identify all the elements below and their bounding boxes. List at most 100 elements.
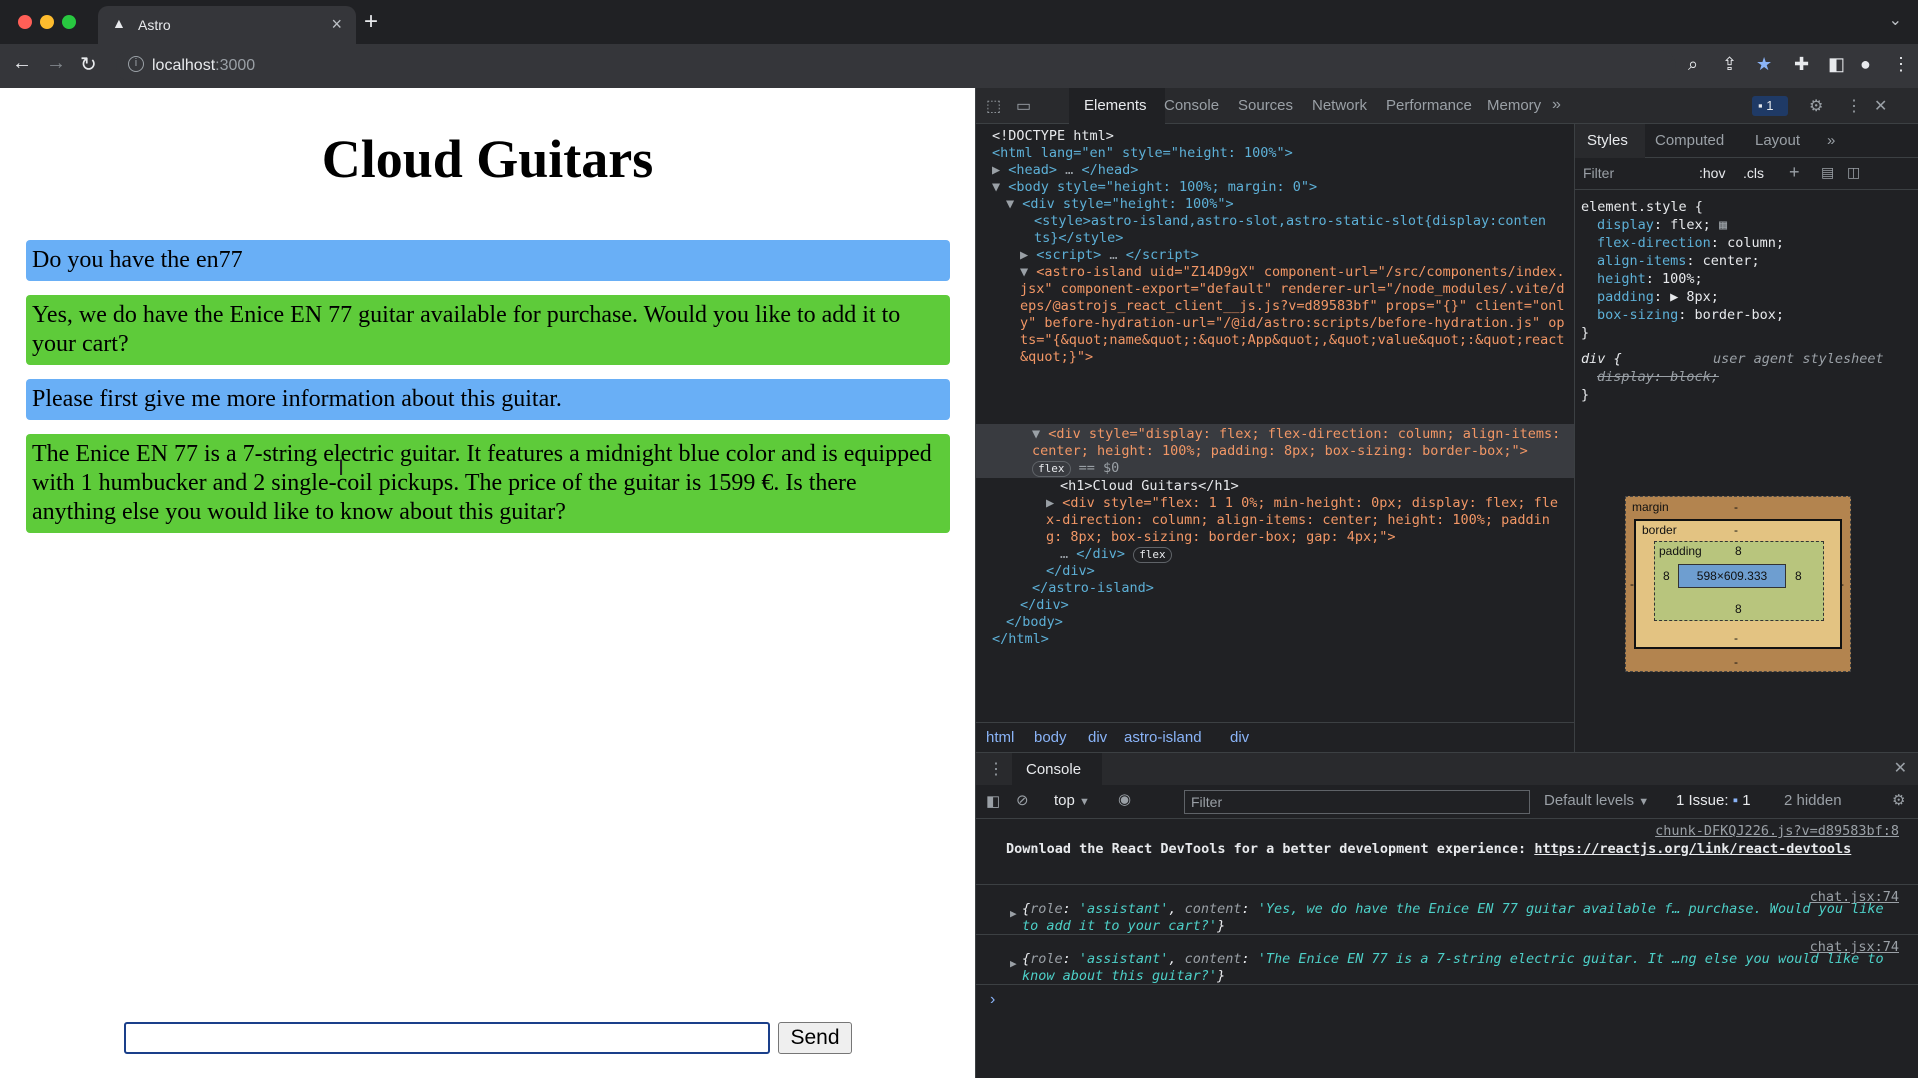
tab-computed[interactable]: Computed [1655, 132, 1724, 149]
console-filter-input[interactable]: Filter [1184, 790, 1530, 814]
console-object[interactable]: {role: 'assistant', content: 'Yes, we do… [1022, 901, 1902, 935]
bookmark-star-icon[interactable]: ★ [1756, 54, 1772, 75]
close-drawer-icon[interactable]: ✕ [1894, 758, 1907, 778]
new-tab-icon[interactable]: + [364, 8, 378, 36]
dom-node[interactable]: … </div> flex [1060, 546, 1172, 563]
dom-node[interactable]: ▼ <div style="height: 100%"> [1006, 196, 1234, 213]
sidebar-toggle-icon[interactable]: ◫ [1847, 164, 1860, 181]
close-window-button[interactable] [18, 15, 32, 29]
chat-messages: Do you have the en77 Yes, we do have the… [26, 240, 950, 547]
tab-sources[interactable]: Sources [1238, 97, 1293, 114]
dom-node[interactable]: </astro-island> [1032, 580, 1154, 597]
css-rule[interactable]: align-items: center; [1597, 252, 1760, 270]
console-sidebar-icon[interactable]: ◧ [986, 792, 1000, 810]
minimize-window-button[interactable] [40, 15, 54, 29]
inspect-element-icon[interactable]: ⬚ [986, 96, 1001, 116]
drawer-menu-icon[interactable]: ⋮ [988, 759, 1004, 779]
css-rule[interactable]: box-sizing: border-box; [1597, 306, 1784, 324]
dom-tree: <!DOCTYPE html> <html lang="en" style="h… [976, 124, 1574, 724]
console-object[interactable]: {role: 'assistant', content: 'The Enice … [1022, 951, 1902, 985]
console-drawer-header: ⋮ Console ✕ [976, 753, 1918, 785]
back-arrow-icon[interactable]: ← [12, 52, 32, 75]
device-toolbar-icon[interactable]: ▭ [1016, 96, 1031, 116]
breadcrumb-body[interactable]: body [1034, 729, 1067, 746]
breadcrumb-div[interactable]: div [1230, 729, 1249, 746]
tab-close-icon[interactable]: × [331, 14, 342, 35]
extensions-icon[interactable]: ✚ [1794, 54, 1809, 75]
more-tabs-chevron-icon[interactable]: » [1827, 132, 1835, 149]
devtools-tabbar: ⬚ ▭ Elements Console Sources Network Per… [976, 88, 1918, 124]
console-prompt-icon[interactable]: › [990, 991, 995, 1009]
side-panel-icon[interactable]: ◧ [1828, 54, 1845, 75]
dom-node[interactable]: <!DOCTYPE html> [992, 128, 1114, 145]
flex-editor-icon: ▦ [1718, 217, 1728, 233]
expand-arrow-icon[interactable]: ▶ [1010, 955, 1017, 972]
tab-elements[interactable]: Elements [1084, 97, 1147, 114]
paint-icon[interactable]: ▤ [1821, 164, 1834, 181]
live-expression-eye-icon[interactable]: ◉ [1118, 790, 1131, 808]
console-message: chat.jsx:74 ▶ {role: 'assistant', conten… [976, 935, 1918, 985]
issues-count[interactable]: 1 Issue: ▪ 1 [1676, 792, 1751, 809]
browser-menu-icon[interactable]: ⋮ [1892, 54, 1910, 75]
tab-performance[interactable]: Performance [1386, 97, 1472, 114]
browser-tab[interactable]: ▲ Astro × [98, 6, 356, 44]
share-icon[interactable]: ⇪ [1722, 54, 1737, 75]
dom-node-selected[interactable]: ▼ <div style="display: flex; flex-direct… [1032, 426, 1570, 477]
breadcrumb-astro-island[interactable]: astro-island [1124, 729, 1202, 746]
dom-node[interactable]: ▶ <head> … </head> [992, 162, 1138, 179]
expand-arrow-icon[interactable]: ▶ [1010, 905, 1017, 922]
breadcrumb-html[interactable]: html [986, 729, 1014, 746]
hover-state-toggle[interactable]: :hov [1699, 165, 1725, 181]
dom-node[interactable]: </body> [1006, 614, 1063, 631]
tab-console[interactable]: Console [1164, 97, 1219, 114]
message-source-link[interactable]: chunk-DFKQJ226.js?v=d89583bf:8 [1655, 823, 1899, 840]
dom-node[interactable]: ▼ <astro-island uid="Z14D9gX" component-… [1020, 264, 1565, 416]
profile-icon[interactable]: ● [1860, 54, 1871, 75]
dom-node[interactable]: </html> [992, 631, 1049, 648]
forward-arrow-icon[interactable]: → [46, 52, 66, 75]
dom-node[interactable]: ▶ <div style="flex: 1 1 0%; min-height: … [1046, 495, 1566, 547]
add-rule-icon[interactable]: + [1789, 162, 1800, 183]
dom-node[interactable]: <html lang="en" style="height: 100%"> [992, 145, 1293, 162]
css-rule[interactable]: flex-direction: column; [1597, 234, 1784, 252]
console-drawer-tab[interactable]: Console [1012, 753, 1102, 785]
settings-gear-icon[interactable]: ⚙ [1809, 96, 1823, 116]
class-toggle[interactable]: .cls [1743, 165, 1764, 181]
tab-styles[interactable]: Styles [1587, 132, 1628, 149]
context-selector[interactable]: top ▼ [1054, 792, 1090, 809]
issues-badge[interactable]: ▪ 1 [1752, 96, 1788, 116]
chat-input[interactable] [124, 1022, 770, 1054]
devtools-menu-icon[interactable]: ⋮ [1846, 96, 1862, 116]
more-tabs-chevron-icon[interactable]: » [1552, 96, 1561, 114]
maximize-window-button[interactable] [62, 15, 76, 29]
dom-node[interactable]: </div> [1046, 563, 1095, 580]
breadcrumb: html body div astro-island div [976, 722, 1574, 752]
css-rule[interactable]: height: 100%; [1597, 270, 1703, 288]
styles-filter-input[interactable]: Filter [1583, 165, 1614, 181]
site-info-icon[interactable]: i [128, 56, 144, 72]
console-settings-gear-icon[interactable]: ⚙ [1892, 791, 1905, 809]
css-rule[interactable]: display: flex; ▦ [1597, 216, 1727, 234]
reload-icon[interactable]: ↻ [80, 52, 97, 77]
user-message: Please first give me more information ab… [26, 379, 950, 420]
dom-node[interactable]: ▼ <body style="height: 100%; margin: 0"> [992, 179, 1317, 196]
dom-node[interactable]: <style>astro-island,astro-slot,astro-sta… [1034, 213, 1554, 247]
tab-network[interactable]: Network [1312, 97, 1367, 114]
breadcrumb-div[interactable]: div [1088, 729, 1107, 746]
tab-search-chevron-icon[interactable]: ⌄ [1889, 10, 1902, 30]
address-bar[interactable]: i localhost:3000 [116, 50, 1676, 82]
css-rule[interactable]: padding: ▶ 8px; [1597, 288, 1719, 306]
clear-console-icon[interactable]: ⊘ [1016, 791, 1029, 809]
react-devtools-link[interactable]: https://reactjs.org/link/react-devtools [1534, 841, 1851, 857]
tab-memory[interactable]: Memory [1487, 97, 1541, 114]
dom-node[interactable]: ▶ <script> … </script> [1020, 247, 1199, 264]
send-button[interactable]: Send [778, 1022, 852, 1054]
page-viewport: Cloud Guitars Do you have the en77 Yes, … [0, 88, 975, 1078]
log-levels-dropdown[interactable]: Default levels ▼ [1544, 792, 1649, 809]
close-devtools-icon[interactable]: ✕ [1874, 96, 1887, 116]
dom-node[interactable]: <h1>Cloud Guitars</h1> [1060, 478, 1239, 495]
box-model-content: 598×609.333 [1678, 564, 1786, 588]
zoom-icon[interactable]: ⌕ [1688, 54, 1698, 75]
tab-layout[interactable]: Layout [1755, 132, 1800, 149]
dom-node[interactable]: </div> [1020, 597, 1069, 614]
